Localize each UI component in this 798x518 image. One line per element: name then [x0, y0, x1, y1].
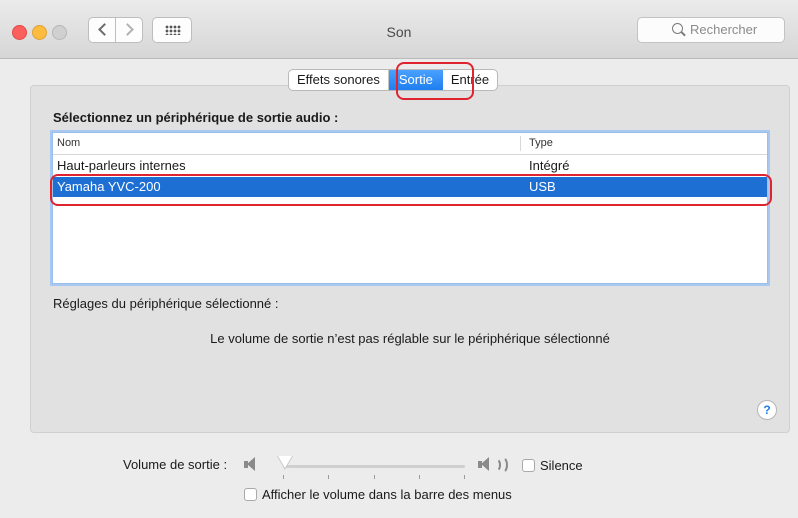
speaker-high-icon	[478, 456, 512, 474]
slider-tick	[419, 475, 420, 479]
mute-label[interactable]: Silence	[540, 458, 583, 473]
column-header-type[interactable]: Type	[529, 137, 553, 149]
search-input[interactable]: Rechercher	[637, 17, 785, 43]
device-type: Intégré	[529, 158, 570, 173]
mute-checkbox[interactable]	[522, 459, 535, 472]
slider-tick	[464, 475, 465, 479]
settings-label: Réglages du périphérique sélectionné :	[53, 296, 279, 311]
volume-slider-thumb[interactable]	[277, 456, 293, 470]
help-button[interactable]: ?	[757, 400, 777, 420]
tab-bar: Effets sonores Sortie Entrée	[288, 69, 499, 91]
tab-output[interactable]: Sortie	[388, 70, 443, 90]
section-title: Sélectionnez un périphérique de sortie a…	[53, 110, 339, 125]
show-in-menubar-checkbox[interactable]	[244, 488, 257, 501]
volume-slider[interactable]	[283, 465, 465, 468]
speaker-low-icon	[244, 457, 258, 473]
device-table[interactable]: Nom Type Haut-parleurs internes Intégré …	[52, 132, 768, 284]
column-divider	[520, 136, 521, 151]
tab-input[interactable]: Entrée	[443, 70, 497, 90]
tab-sound-effects[interactable]: Effets sonores	[289, 70, 389, 90]
column-header-name[interactable]: Nom	[57, 137, 80, 149]
show-in-menubar-label[interactable]: Afficher le volume dans la barre des men…	[262, 487, 512, 502]
table-row-selected[interactable]: Yamaha YVC-200 USB	[53, 177, 767, 197]
slider-tick	[374, 475, 375, 479]
table-header: Nom Type	[53, 133, 767, 155]
device-type: USB	[529, 179, 556, 194]
device-name: Haut-parleurs internes	[57, 158, 186, 173]
slider-tick	[283, 475, 284, 479]
info-message: Le volume de sortie n’est pas réglable s…	[210, 331, 610, 346]
volume-label: Volume de sortie :	[123, 457, 228, 472]
search-placeholder: Rechercher	[690, 22, 758, 37]
table-row[interactable]: Haut-parleurs internes Intégré	[53, 156, 767, 176]
title-bar: Son Rechercher	[0, 0, 798, 59]
device-name: Yamaha YVC-200	[57, 179, 161, 194]
search-icon	[672, 23, 683, 34]
slider-tick	[328, 475, 329, 479]
